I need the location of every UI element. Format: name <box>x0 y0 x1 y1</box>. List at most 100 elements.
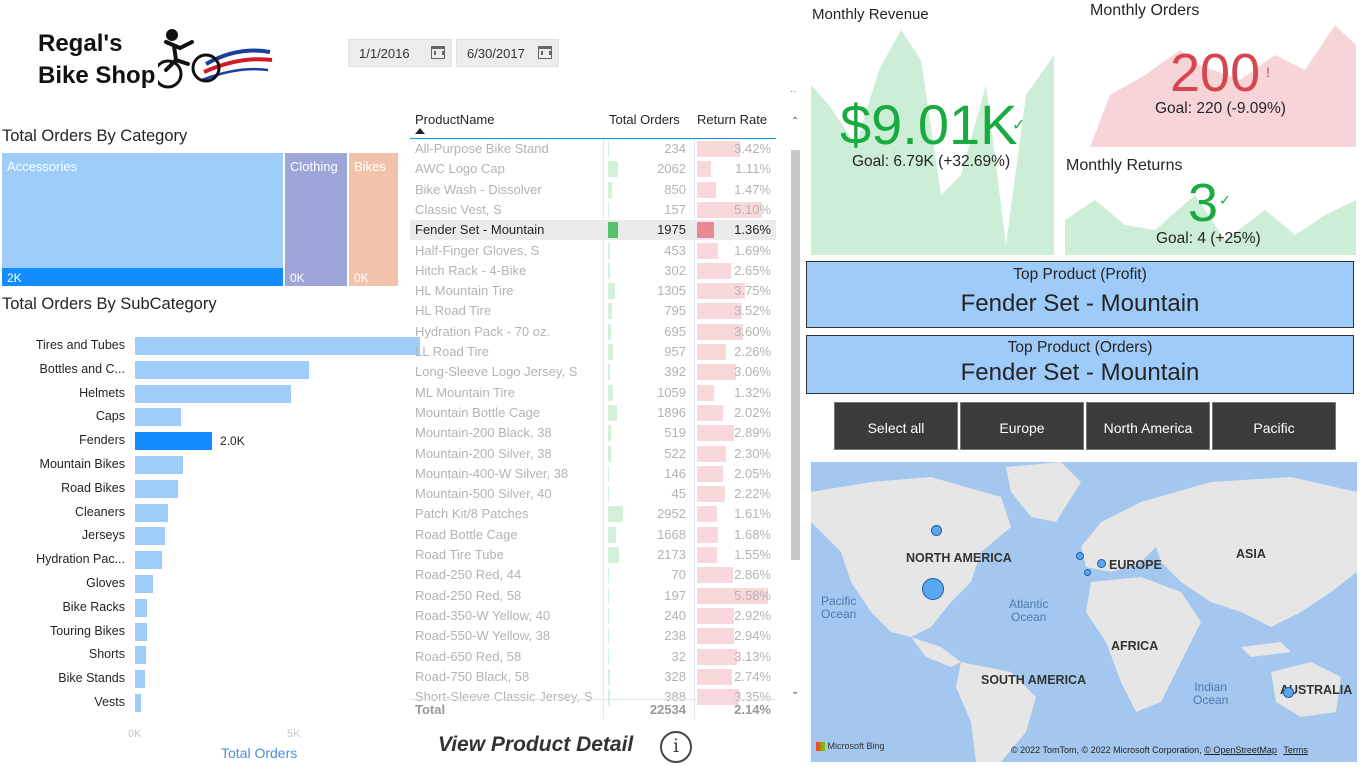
cell-name: Mountain-500 Silver, 40 <box>415 486 552 502</box>
cell-rate: 1.47% <box>734 181 771 197</box>
cell-orders: 795 <box>664 303 686 319</box>
x-axis-title: Total Orders <box>221 745 298 761</box>
ocean-line: Ocean <box>1011 610 1047 624</box>
map-bubble-usa[interactable] <box>922 578 944 600</box>
cell-rate: 1.55% <box>734 547 771 562</box>
bar[interactable] <box>135 479 178 498</box>
cell-name: HL Mountain Tire <box>415 283 514 299</box>
osm-link[interactable]: © OpenStreetMap <box>1204 745 1277 755</box>
map-label-pacific-ocean: Pacific Ocean <box>821 595 856 621</box>
cell-rate: 1.68% <box>734 526 771 542</box>
revenue-value: $9.01K <box>840 93 1018 156</box>
bar[interactable] <box>135 575 153 593</box>
cell-name: All-Purpose Bike Stand <box>415 141 549 156</box>
bar[interactable] <box>135 384 291 403</box>
checkmark-icon: ✓ <box>1219 192 1231 208</box>
cell-rate: 2.74% <box>734 668 771 684</box>
cell-rate: 2.05% <box>734 465 771 481</box>
cell-rate: 3.52% <box>734 303 771 319</box>
more-options-icon[interactable]: ·· <box>790 86 797 97</box>
bar-label: Caps <box>95 409 125 424</box>
bar[interactable] <box>135 694 142 712</box>
cell-name: Hitch Rack - 4-Bike <box>415 262 527 278</box>
view-product-detail-link[interactable]: View Product Detail <box>438 733 633 757</box>
bar[interactable] <box>135 527 166 546</box>
slicer-north-america[interactable]: North America <box>1086 402 1210 450</box>
end-date-picker[interactable]: 6/30/2017 <box>456 39 559 67</box>
cell-orders: 1305 <box>657 283 686 299</box>
cell-orders: 1059 <box>657 384 686 400</box>
cell-rate: 3.60% <box>734 323 771 339</box>
bar[interactable] <box>135 432 213 451</box>
returns-value: 3 <box>1188 173 1219 233</box>
cell-orders: 695 <box>664 323 686 339</box>
returns-title: Monthly Returns <box>1066 157 1183 174</box>
map-bubble-australia-east[interactable] <box>1283 687 1294 698</box>
bar[interactable] <box>135 456 183 474</box>
cell-rate: 3.42% <box>734 141 771 156</box>
cell-rate: 2.94% <box>734 628 771 644</box>
scroll-up-icon[interactable]: ⌃ <box>791 116 799 127</box>
cell-rate: 3.13% <box>734 648 771 664</box>
map-bubble-canada[interactable] <box>931 525 942 536</box>
cell-name: Road-250 Red, 58 <box>415 587 522 603</box>
revenue-goal: Goal: 6.79K (+32.69%) <box>852 153 1011 170</box>
bar[interactable] <box>135 337 420 355</box>
col-header-productname[interactable]: ProductName <box>415 112 494 127</box>
cell-orders: 1668 <box>657 526 686 542</box>
bar[interactable] <box>135 360 309 379</box>
bar-label: Vests <box>94 695 125 709</box>
bar[interactable] <box>135 503 169 522</box>
map-label-indian-ocean: Indian Ocean <box>1193 681 1228 707</box>
terms-link[interactable]: Terms <box>1283 745 1308 755</box>
bar[interactable] <box>135 646 146 665</box>
cell-rate: 2.30% <box>734 445 771 461</box>
cell-orders: 328 <box>664 668 686 684</box>
cell-name: Mountain-400-W Silver, 38 <box>415 465 569 481</box>
info-icon[interactable]: i <box>660 731 692 763</box>
calendar-icon[interactable] <box>538 46 552 59</box>
bar-label: Helmets <box>79 385 125 400</box>
cell-name: Road-650 Red, 58 <box>415 648 522 664</box>
col-header-total-orders[interactable]: Total Orders <box>609 112 680 127</box>
map-bubble-france[interactable] <box>1084 569 1091 576</box>
cell-name: Long-Sleeve Logo Jersey, S <box>415 364 578 380</box>
col-header-return-rate[interactable]: Return Rate <box>697 112 767 127</box>
cell-rate: 5.10% <box>734 201 771 217</box>
slicer-pacific[interactable]: Pacific <box>1212 402 1336 450</box>
bar[interactable] <box>135 551 163 570</box>
slicer-europe[interactable]: Europe <box>960 402 1084 450</box>
map-copyright: © 2022 TomTom, © 2022 Microsoft Corporat… <box>1011 745 1202 755</box>
cell-name: Road Bottle Cage <box>415 526 518 542</box>
cell-name: Mountain Bottle Cage <box>415 404 541 420</box>
sort-asc-icon[interactable] <box>415 128 425 134</box>
bar-label: Bike Stands <box>58 671 125 686</box>
orders-title: Monthly Orders <box>1090 2 1200 19</box>
top-product-profit-card: Top Product (Profit) Fender Set - Mounta… <box>806 261 1354 328</box>
calendar-icon[interactable] <box>431 46 445 59</box>
bar[interactable] <box>135 622 147 641</box>
scroll-down-icon[interactable]: ⌄ <box>791 686 799 697</box>
cell-orders: 70 <box>671 567 686 583</box>
cell-orders: 519 <box>664 425 686 441</box>
cell-orders: 1896 <box>657 404 686 420</box>
cell-rate: 2.02% <box>734 404 771 420</box>
slicer-select-all[interactable]: Select all <box>834 402 958 450</box>
world-map[interactable]: NORTH AMERICA EUROPE ASIA AFRICA SOUTH A… <box>811 462 1357 762</box>
returns-goal: Goal: 4 (+25%) <box>1156 230 1261 247</box>
orders-goal: Goal: 220 (-9.09%) <box>1155 100 1286 117</box>
bar-label: Bike Racks <box>62 599 125 614</box>
cell-orders: 240 <box>664 607 686 623</box>
cell-rate: 1.61% <box>734 506 771 522</box>
cell-name: Road-750 Black, 58 <box>415 668 530 684</box>
map-bubble-germany[interactable] <box>1097 559 1106 568</box>
bar[interactable] <box>135 670 145 689</box>
bar-label: Road Bikes <box>61 480 125 495</box>
orders-value: 200 <box>1170 43 1261 103</box>
bar[interactable] <box>135 598 147 617</box>
cell-orders: 850 <box>664 181 686 197</box>
table-scrollbar-thumb[interactable] <box>791 150 800 560</box>
map-bubble-uk[interactable] <box>1076 552 1084 560</box>
bar[interactable] <box>135 408 181 427</box>
ocean-line: Ocean <box>821 607 857 621</box>
